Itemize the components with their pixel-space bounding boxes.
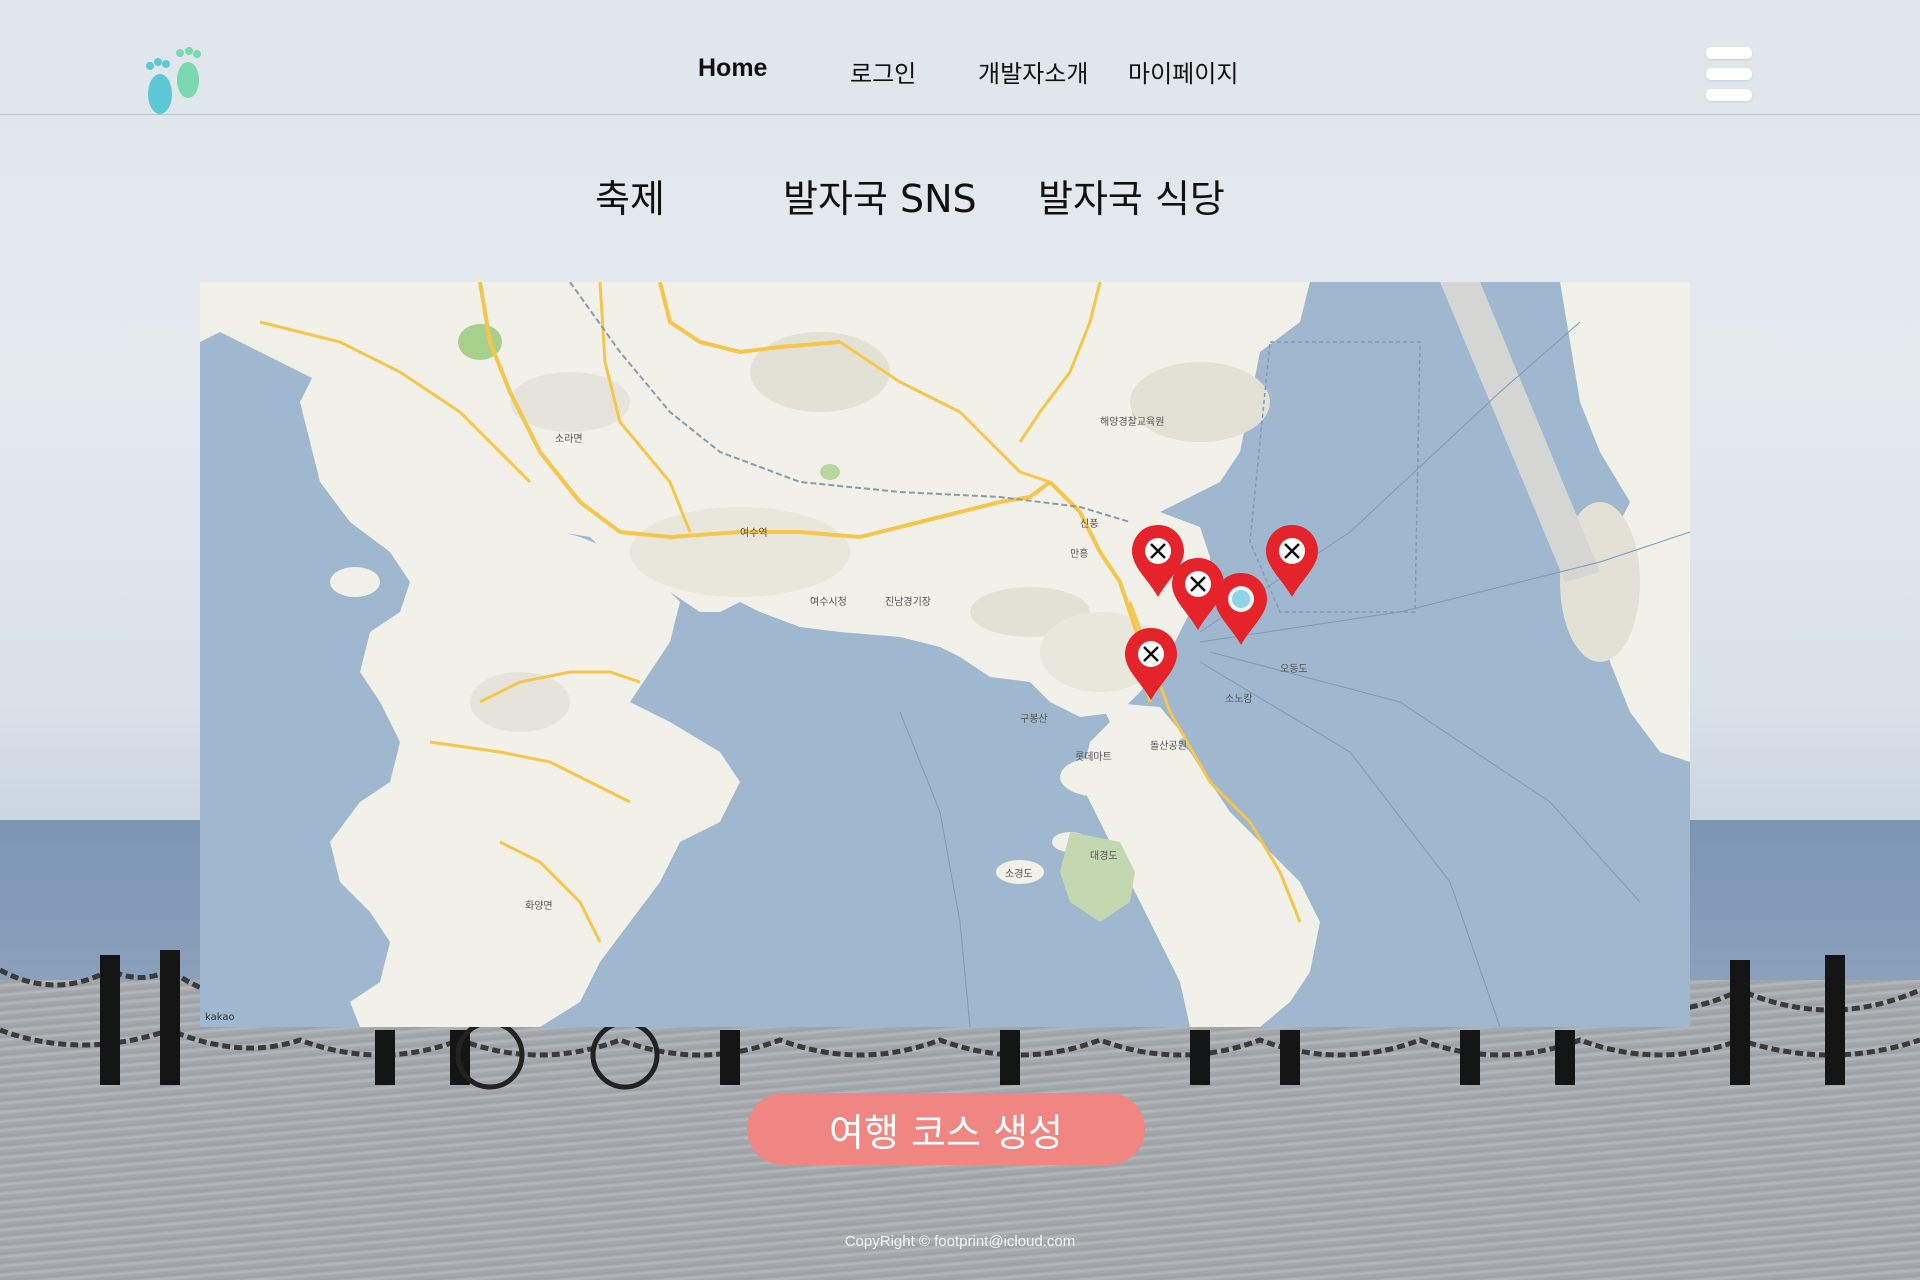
map-label-jinnam: 진남경기장 <box>885 595 931 608</box>
map-label-soreung: 소라면 <box>555 433 583 445</box>
nav-login-link[interactable]: 로그인 <box>850 54 916 89</box>
nav-developer-link[interactable]: 개발자소개 <box>978 54 1088 89</box>
map-label-sonam: 소노캄 <box>1225 693 1253 705</box>
map-label-odongdo: 오동도 <box>1280 663 1308 675</box>
map-label-mansam: 만흥 <box>1070 547 1088 560</box>
top-header: Home 로그인 개발자소개 마이페이지 <box>0 0 1920 115</box>
map-label-hwayang: 화양면 <box>525 900 553 912</box>
footer-copyright: CopyRight © footprint@icloud.com <box>844 1233 1076 1250</box>
map-provider-logo: kakao <box>205 1012 235 1023</box>
map-label-dolsan-park: 돌산공원 <box>1150 740 1187 752</box>
map-label-hanjin: 해양경찰교육원 <box>1100 415 1164 428</box>
map-label-sogyeongdo: 소경도 <box>1005 867 1033 880</box>
tab-festival[interactable]: 축제 <box>595 168 665 223</box>
hamburger-menu-icon[interactable] <box>1706 47 1752 101</box>
create-travel-course-button[interactable]: 여행 코스 생성 <box>747 1093 1145 1165</box>
tab-footprint-sns[interactable]: 발자국 SNS <box>783 168 977 223</box>
nav-mypage-link[interactable]: 마이페이지 <box>1128 54 1238 89</box>
main-nav: Home 로그인 개발자소개 마이페이지 <box>0 54 1920 94</box>
map-label-samsan: 신풍 <box>1080 518 1098 530</box>
nav-home-link[interactable]: Home <box>698 54 767 83</box>
map-label-daegyeongdo: 대경도 <box>1090 849 1118 862</box>
category-tabs: 축제 발자국 SNS 발자국 식당 <box>0 168 1920 224</box>
map-label-city-hall: 여수시청 <box>810 596 847 608</box>
map-label-lottemart: 롯데마트 <box>1075 751 1112 763</box>
tab-footprint-restaurant[interactable]: 발자국 식당 <box>1038 168 1225 223</box>
map-label-gubongsan: 구봉산 <box>1020 713 1048 725</box>
kakao-map[interactable]: 여수시청 여수역 진남경기장 돌산공원 소노캄 오동도 구봉산 롯데마트 소라면… <box>200 282 1690 1027</box>
map-canvas[interactable]: 여수시청 여수역 진남경기장 돌산공원 소노캄 오동도 구봉산 롯데마트 소라면… <box>200 282 1690 1027</box>
map-label-yeosu-station: 여수역 <box>740 527 768 539</box>
